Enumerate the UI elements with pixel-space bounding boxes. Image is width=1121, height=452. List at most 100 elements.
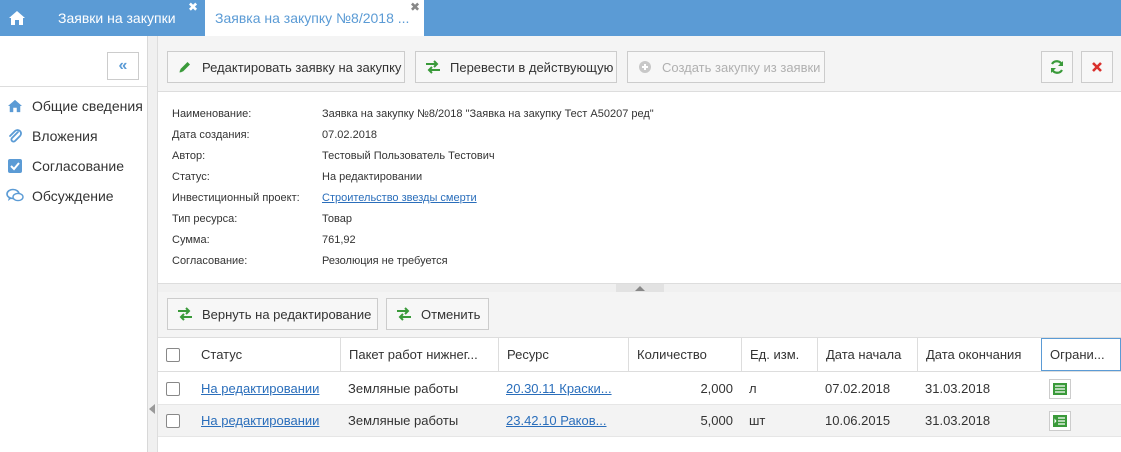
row-checkbox[interactable] <box>166 413 180 428</box>
detail-label: Согласование: <box>172 255 248 267</box>
panel-splitter[interactable] <box>158 283 1121 292</box>
col-status[interactable]: Статус <box>193 338 340 371</box>
close-icon[interactable]: ✖ <box>410 1 420 13</box>
sidebar-item-discussion[interactable]: Обсуждение <box>6 185 114 207</box>
cell-end-date: 31.03.2018 <box>925 381 991 396</box>
select-all-checkbox[interactable] <box>166 347 180 362</box>
sidebar-splitter[interactable] <box>148 36 158 452</box>
detail-value: На редактировании <box>322 171 423 183</box>
return-to-editing-button[interactable]: Вернуть на редактирование <box>167 298 378 330</box>
table-row[interactable]: На редактировании Земляные работы 23.42.… <box>158 405 1121 437</box>
resource-link[interactable]: 20.30.11 Краски... <box>506 381 612 396</box>
col-start-date-label: Дата начала <box>826 347 902 362</box>
cell-limit <box>1041 405 1121 436</box>
collapse-sidebar-button[interactable]: « <box>107 52 139 80</box>
cell-package: Земляные работы <box>348 381 459 396</box>
sidebar-divider <box>0 86 147 87</box>
transfer-label: Перевести в действующую <box>450 59 614 75</box>
col-resource-label: Ресурс <box>507 347 549 362</box>
cell-quantity: 5,000 <box>700 413 733 428</box>
col-resource[interactable]: Ресурс <box>498 338 628 371</box>
sidebar-item-attachments[interactable]: Вложения <box>6 125 98 147</box>
row-select-cell <box>158 405 193 436</box>
sidebar-item-general[interactable]: Общие сведения <box>6 95 143 117</box>
tab-request-label: Заявка на закупку №8/2018 ... <box>215 10 410 26</box>
rows-toolbar: Вернуть на редактирование Отменить <box>158 292 1121 338</box>
row-select-cell <box>158 373 193 404</box>
close-document-button[interactable] <box>1081 51 1113 83</box>
col-limit[interactable]: Ограни... <box>1041 338 1121 371</box>
cell-quantity: 2,000 <box>700 381 733 396</box>
swap-arrows-icon <box>176 306 194 322</box>
col-status-label: Статус <box>201 347 243 362</box>
grid-header: Статус Пакет работ нижнег... Ресурс Коли… <box>158 338 1121 372</box>
tab-request-8-2018[interactable]: Заявка на закупку №8/2018 ... ✖ <box>205 0 424 36</box>
pencil-icon <box>176 59 194 75</box>
col-start-date[interactable]: Дата начала <box>817 338 917 371</box>
cancel-label: Отменить <box>421 306 481 322</box>
cell-resource: 23.42.10 Раков... <box>498 405 628 436</box>
detail-value: 07.02.2018 <box>322 129 378 141</box>
cell-end-date: 31.03.2018 <box>925 413 991 428</box>
table-row[interactable]: На редактировании Земляные работы 20.30.… <box>158 373 1121 405</box>
cell-status: На редактировании <box>193 373 340 404</box>
cell-unit: л <box>749 381 757 396</box>
close-icon <box>1092 62 1102 72</box>
col-quantity[interactable]: Количество <box>628 338 741 371</box>
main-toolbar: Редактировать заявку на закупку Перевест… <box>158 36 1121 92</box>
cell-package: Земляные работы <box>348 413 459 428</box>
refresh-button[interactable] <box>1041 51 1073 83</box>
swap-arrows-icon <box>424 59 442 75</box>
status-link[interactable]: На редактировании <box>201 381 319 396</box>
status-link[interactable]: На редактировании <box>201 413 319 428</box>
tab-purchase-requests[interactable]: Заявки на закупки ✖ <box>44 0 204 36</box>
detail-label: Тип ресурса: <box>172 213 238 225</box>
swap-arrows-icon <box>395 306 413 322</box>
home-button[interactable] <box>0 0 34 36</box>
detail-value: Товар <box>322 213 352 225</box>
project-link[interactable]: Строительство звезды смерти <box>322 192 477 204</box>
splitter-grip[interactable] <box>616 284 664 292</box>
collapse-up-icon <box>635 285 645 291</box>
close-icon[interactable]: ✖ <box>188 1 198 13</box>
cancel-button[interactable]: Отменить <box>386 298 489 330</box>
sidebar-item-approval[interactable]: Согласование <box>6 155 124 177</box>
items-grid: Статус Пакет работ нижнег... Ресурс Коли… <box>158 338 1121 452</box>
cell-start-date: 10.06.2015 <box>825 413 891 428</box>
cell-unit: шт <box>749 413 766 428</box>
list-icon[interactable] <box>1049 378 1071 399</box>
sidebar-item-label: Общие сведения <box>32 98 143 114</box>
detail-value: Тестовый Пользователь Тестович <box>322 150 495 162</box>
sidebar-item-label: Обсуждение <box>32 188 114 204</box>
cell-resource: 20.30.11 Краски... <box>498 373 628 404</box>
select-all-cell <box>158 338 193 371</box>
return-to-editing-label: Вернуть на редактирование <box>202 306 372 322</box>
top-tab-bar: Заявки на закупки ✖ Заявка на закупку №8… <box>0 0 1121 36</box>
collapse-arrow-icon[interactable] <box>149 404 155 414</box>
detail-value: Резолюция не требуется <box>322 255 448 267</box>
edit-request-button[interactable]: Редактировать заявку на закупку <box>167 51 405 83</box>
col-end-date[interactable]: Дата окончания <box>917 338 1041 371</box>
create-purchase-button[interactable]: Создать закупку из заявки <box>627 51 825 83</box>
indent-list-icon[interactable] <box>1049 410 1071 431</box>
col-unit[interactable]: Ед. изм. <box>741 338 817 371</box>
row-checkbox[interactable] <box>166 381 180 396</box>
edit-request-label: Редактировать заявку на закупку <box>202 59 402 75</box>
home-icon <box>6 97 24 115</box>
col-package[interactable]: Пакет работ нижнег... <box>340 338 498 371</box>
transfer-to-active-button[interactable]: Перевести в действующую <box>415 51 617 83</box>
sidebar: « Общие сведения Вложения Согласование О… <box>0 36 148 452</box>
cell-limit <box>1041 373 1121 404</box>
col-quantity-label: Количество <box>637 347 707 362</box>
tab-purchase-requests-label: Заявки на закупки <box>58 10 176 26</box>
request-details: Наименование: Заявка на закупку №8/2018 … <box>158 92 1121 284</box>
plus-circle-icon <box>636 59 654 75</box>
col-limit-label: Ограни... <box>1050 347 1105 362</box>
detail-value: Заявка на закупку №8/2018 "Заявка на зак… <box>322 108 654 120</box>
refresh-icon <box>1050 60 1064 74</box>
detail-value: 761,92 <box>322 234 356 246</box>
detail-label: Автор: <box>172 150 206 162</box>
resource-link[interactable]: 23.42.10 Раков... <box>506 413 607 428</box>
cell-status: На редактировании <box>193 405 340 436</box>
home-icon <box>9 11 25 25</box>
